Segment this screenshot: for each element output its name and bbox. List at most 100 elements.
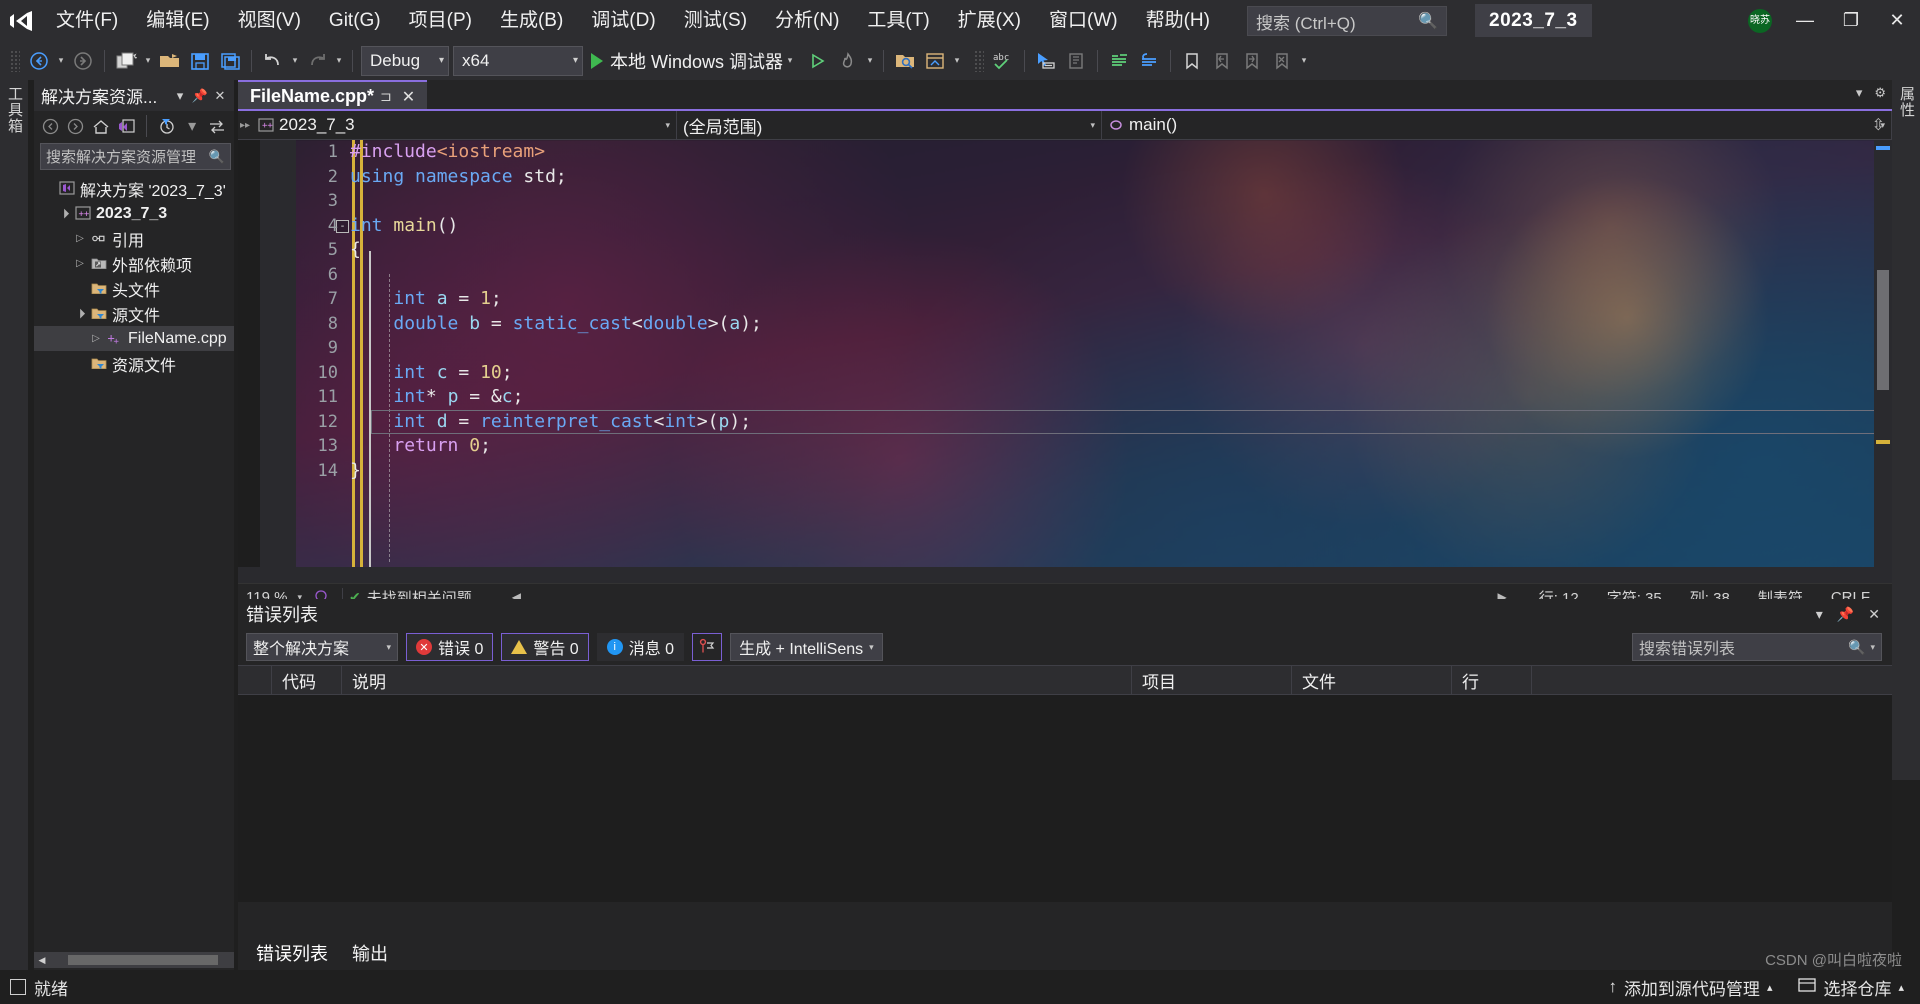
- navigate-forward-icon[interactable]: [68, 45, 98, 77]
- toolbar-overflow-icon[interactable]: ▾: [1297, 55, 1311, 66]
- solution-explorer-hscrollbar[interactable]: ◀: [34, 952, 234, 968]
- warnings-filter-button[interactable]: 警告 0: [501, 633, 589, 661]
- errors-filter-button[interactable]: ✕ 错误 0: [406, 633, 494, 661]
- new-project-icon[interactable]: [111, 45, 141, 77]
- solution-explorer-icon[interactable]: [920, 45, 950, 77]
- navigate-backward-dropdown-icon[interactable]: ▾: [54, 55, 68, 66]
- code-line[interactable]: 4 int main(): [238, 214, 1892, 239]
- code-line[interactable]: 8 double b = static_cast<double>(a);: [238, 312, 1892, 337]
- code-line[interactable]: 10 int c = 10;: [238, 361, 1892, 386]
- menu-item-edit[interactable]: 编辑(E): [132, 0, 223, 41]
- messages-filter-button[interactable]: i 消息 0: [596, 633, 685, 661]
- tree-item[interactable]: 解决方案 '2023_7_3': [34, 176, 234, 201]
- tree-item[interactable]: ▷ 引用: [34, 226, 234, 251]
- chevron-down-icon[interactable]: ▾: [1816, 606, 1823, 623]
- navbar-project-combo[interactable]: ++ 2023_7_3 ▾: [252, 110, 677, 140]
- build-filter-combo[interactable]: 生成 + IntelliSens ▾: [730, 633, 883, 661]
- code-line[interactable]: 14}: [238, 459, 1892, 484]
- column-header[interactable]: 代码: [272, 665, 342, 695]
- expand-arrow-icon[interactable]: ▷: [88, 333, 104, 344]
- code-line[interactable]: 13 return 0;: [238, 434, 1892, 459]
- start-without-debug-icon[interactable]: [803, 45, 833, 77]
- gear-icon[interactable]: ⚙: [1874, 85, 1886, 101]
- tab-output[interactable]: 输出: [342, 939, 398, 967]
- column-header[interactable]: [238, 665, 272, 695]
- editor-vertical-scrollbar[interactable]: [1874, 140, 1892, 583]
- start-debug-button[interactable]: 本地 Windows 调试器 ▾: [585, 45, 803, 77]
- menu-item-project[interactable]: 项目(P): [395, 0, 486, 41]
- chevron-down-icon[interactable]: ▾: [180, 114, 203, 138]
- expand-arrow-icon[interactable]: ▷: [72, 233, 88, 244]
- close-icon[interactable]: ✕: [398, 87, 419, 107]
- redo-dropdown-icon[interactable]: ▾: [332, 55, 346, 66]
- menu-item-help[interactable]: 帮助(H): [1132, 0, 1224, 41]
- hot-reload-icon[interactable]: [833, 45, 863, 77]
- pending-changes-icon[interactable]: [155, 114, 178, 138]
- chevron-down-icon[interactable]: ▾: [1856, 85, 1863, 101]
- pin-icon[interactable]: ⊐: [374, 88, 398, 105]
- redo-icon[interactable]: [302, 45, 332, 77]
- toolbox-icon[interactable]: [1061, 45, 1091, 77]
- menu-item-view[interactable]: 视图(V): [224, 0, 315, 41]
- tree-item[interactable]: ▷ 外部依赖项: [34, 251, 234, 276]
- column-header[interactable]: 说明: [342, 665, 1132, 695]
- tree-item[interactable]: ◢ ++ 2023_7_3: [34, 201, 234, 226]
- spell-check-icon[interactable]: abc: [988, 45, 1018, 77]
- editor-tab-filename-cpp[interactable]: FileName.cpp* ⊐ ✕: [238, 80, 428, 111]
- code-line[interactable]: 12 int d = reinterpret_cast<int>(p);: [238, 410, 1892, 435]
- scroll-thumb[interactable]: [1877, 270, 1889, 390]
- uncomment-lines-icon[interactable]: [1134, 45, 1164, 77]
- code-line[interactable]: 5{: [238, 238, 1892, 263]
- avatar[interactable]: 晓苏: [1748, 9, 1772, 33]
- intellisense-filter-button[interactable]: [692, 633, 723, 661]
- menu-item-test[interactable]: 测试(S): [670, 0, 761, 41]
- tree-item[interactable]: ◢ 源文件: [34, 301, 234, 326]
- menu-item-tools[interactable]: 工具(T): [853, 0, 943, 41]
- collapse-arrow-icon[interactable]: ◢: [70, 304, 89, 323]
- collapse-arrow-icon[interactable]: ◢: [54, 204, 73, 223]
- find-in-files-icon[interactable]: [890, 45, 920, 77]
- code-editor[interactable]: 1 #include<iostream> 2 using namespace std;…: [238, 140, 1892, 583]
- code-line[interactable]: 7 int a = 1;: [238, 287, 1892, 312]
- menu-item-debug[interactable]: 调试(D): [577, 0, 669, 41]
- tab-error-list[interactable]: 错误列表: [246, 939, 338, 967]
- column-header[interactable]: 行: [1452, 665, 1532, 695]
- scroll-left-icon[interactable]: ◀: [34, 955, 50, 966]
- properties-rail-label[interactable]: 属性: [1895, 86, 1917, 118]
- new-project-dropdown-icon[interactable]: ▾: [141, 55, 155, 66]
- forward-icon[interactable]: [64, 114, 87, 138]
- maximize-button[interactable]: ❐: [1828, 0, 1874, 41]
- menu-item-extensions[interactable]: 扩展(X): [944, 0, 1035, 41]
- menu-item-file[interactable]: 文件(F): [42, 0, 132, 41]
- menu-item-analyze[interactable]: 分析(N): [761, 0, 853, 41]
- previous-bookmark-icon[interactable]: [1207, 45, 1237, 77]
- error-list-search-input[interactable]: 搜索错误列表 🔍 ▾: [1632, 633, 1882, 661]
- code-line[interactable]: 3: [238, 189, 1892, 214]
- menu-item-git[interactable]: Git(G): [315, 0, 395, 41]
- open-file-icon[interactable]: [155, 45, 185, 77]
- menu-item-window[interactable]: 窗口(W): [1035, 0, 1132, 41]
- close-icon[interactable]: ✕: [1868, 606, 1880, 623]
- select-repository-button[interactable]: 选择仓库 ▴: [1798, 975, 1904, 1000]
- column-header[interactable]: 文件: [1292, 665, 1452, 695]
- split-view-icon[interactable]: ⇳: [1872, 115, 1885, 135]
- code-line[interactable]: 11 int* p = &c;: [238, 385, 1892, 410]
- error-list-rows[interactable]: [238, 695, 1892, 902]
- code-line[interactable]: 2 using namespace std;: [238, 165, 1892, 190]
- undo-icon[interactable]: [258, 45, 288, 77]
- hot-reload-dropdown-icon[interactable]: ▾: [863, 55, 877, 66]
- sync-icon[interactable]: [206, 114, 229, 138]
- code-line[interactable]: 1 #include<iostream>: [238, 140, 1892, 165]
- pin-icon[interactable]: 📌: [190, 88, 210, 104]
- navbar-member-combo[interactable]: main() ▾ ⇳: [1102, 110, 1892, 140]
- chevron-down-icon[interactable]: ▾: [1865, 642, 1875, 653]
- tree-item[interactable]: ▷ + + FileName.cpp: [34, 326, 234, 351]
- pointer-select-icon[interactable]: [1031, 45, 1061, 77]
- save-all-icon[interactable]: [215, 45, 245, 77]
- toolbox-rail-label[interactable]: 工具箱: [3, 86, 25, 134]
- expand-arrow-icon[interactable]: ▷: [72, 258, 88, 269]
- save-icon[interactable]: [185, 45, 215, 77]
- next-bookmark-icon[interactable]: [1237, 45, 1267, 77]
- editor-horizontal-scrollbar[interactable]: [238, 567, 1892, 583]
- column-header[interactable]: 项目: [1132, 665, 1292, 695]
